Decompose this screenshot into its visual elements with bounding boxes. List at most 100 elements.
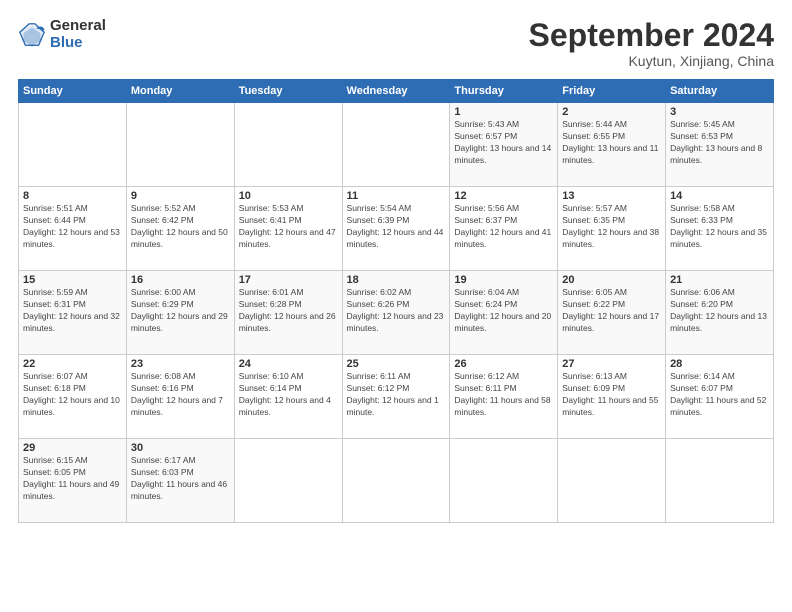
day-number: 9 bbox=[131, 190, 230, 202]
calendar-week-row: 8Sunrise: 5:51 AMSunset: 6:44 PMDaylight… bbox=[19, 187, 774, 271]
day-number: 14 bbox=[670, 190, 769, 202]
day-info: Sunrise: 6:14 AMSunset: 6:07 PMDaylight:… bbox=[670, 371, 769, 419]
day-number: 10 bbox=[239, 190, 338, 202]
calendar-cell: 1Sunrise: 5:43 AMSunset: 6:57 PMDaylight… bbox=[450, 103, 558, 187]
day-number: 21 bbox=[670, 274, 769, 286]
day-info: Sunrise: 5:44 AMSunset: 6:55 PMDaylight:… bbox=[562, 119, 661, 167]
day-number: 8 bbox=[23, 190, 122, 202]
day-number: 29 bbox=[23, 442, 122, 454]
day-info: Sunrise: 6:02 AMSunset: 6:26 PMDaylight:… bbox=[347, 287, 446, 335]
day-number: 22 bbox=[23, 358, 122, 370]
calendar-cell bbox=[19, 103, 127, 187]
day-number: 28 bbox=[670, 358, 769, 370]
header: General Blue September 2024 Kuytun, Xinj… bbox=[18, 18, 774, 69]
calendar-cell bbox=[234, 103, 342, 187]
day-number: 17 bbox=[239, 274, 338, 286]
day-info: Sunrise: 6:15 AMSunset: 6:05 PMDaylight:… bbox=[23, 455, 122, 503]
day-info: Sunrise: 5:45 AMSunset: 6:53 PMDaylight:… bbox=[670, 119, 769, 167]
day-number: 13 bbox=[562, 190, 661, 202]
calendar-cell bbox=[342, 439, 450, 523]
day-info: Sunrise: 5:53 AMSunset: 6:41 PMDaylight:… bbox=[239, 203, 338, 251]
logo: General Blue bbox=[18, 18, 106, 51]
calendar-cell: 27Sunrise: 6:13 AMSunset: 6:09 PMDayligh… bbox=[558, 355, 666, 439]
calendar-week-row: 15Sunrise: 5:59 AMSunset: 6:31 PMDayligh… bbox=[19, 271, 774, 355]
day-number: 12 bbox=[454, 190, 553, 202]
day-info: Sunrise: 5:51 AMSunset: 6:44 PMDaylight:… bbox=[23, 203, 122, 251]
calendar-cell: 14Sunrise: 5:58 AMSunset: 6:33 PMDayligh… bbox=[666, 187, 774, 271]
day-number: 2 bbox=[562, 106, 661, 118]
calendar-cell: 16Sunrise: 6:00 AMSunset: 6:29 PMDayligh… bbox=[126, 271, 234, 355]
day-number: 15 bbox=[23, 274, 122, 286]
day-info: Sunrise: 6:01 AMSunset: 6:28 PMDaylight:… bbox=[239, 287, 338, 335]
day-info: Sunrise: 6:10 AMSunset: 6:14 PMDaylight:… bbox=[239, 371, 338, 419]
day-info: Sunrise: 6:06 AMSunset: 6:20 PMDaylight:… bbox=[670, 287, 769, 335]
calendar-cell: 11Sunrise: 5:54 AMSunset: 6:39 PMDayligh… bbox=[342, 187, 450, 271]
day-info: Sunrise: 6:05 AMSunset: 6:22 PMDaylight:… bbox=[562, 287, 661, 335]
calendar-week-row: 1Sunrise: 5:43 AMSunset: 6:57 PMDaylight… bbox=[19, 103, 774, 187]
calendar-cell bbox=[126, 103, 234, 187]
calendar-cell: 19Sunrise: 6:04 AMSunset: 6:24 PMDayligh… bbox=[450, 271, 558, 355]
header-day-tuesday: Tuesday bbox=[234, 80, 342, 103]
day-info: Sunrise: 6:00 AMSunset: 6:29 PMDaylight:… bbox=[131, 287, 230, 335]
day-number: 16 bbox=[131, 274, 230, 286]
calendar-cell: 29Sunrise: 6:15 AMSunset: 6:05 PMDayligh… bbox=[19, 439, 127, 523]
day-number: 1 bbox=[454, 106, 553, 118]
calendar-cell: 25Sunrise: 6:11 AMSunset: 6:12 PMDayligh… bbox=[342, 355, 450, 439]
day-info: Sunrise: 5:56 AMSunset: 6:37 PMDaylight:… bbox=[454, 203, 553, 251]
calendar-cell: 15Sunrise: 5:59 AMSunset: 6:31 PMDayligh… bbox=[19, 271, 127, 355]
day-number: 3 bbox=[670, 106, 769, 118]
calendar-header-row: SundayMondayTuesdayWednesdayThursdayFrid… bbox=[19, 80, 774, 103]
month-title: September 2024 bbox=[529, 18, 774, 53]
header-day-saturday: Saturday bbox=[666, 80, 774, 103]
header-day-thursday: Thursday bbox=[450, 80, 558, 103]
calendar-cell: 9Sunrise: 5:52 AMSunset: 6:42 PMDaylight… bbox=[126, 187, 234, 271]
header-day-friday: Friday bbox=[558, 80, 666, 103]
calendar-week-row: 29Sunrise: 6:15 AMSunset: 6:05 PMDayligh… bbox=[19, 439, 774, 523]
calendar-cell: 17Sunrise: 6:01 AMSunset: 6:28 PMDayligh… bbox=[234, 271, 342, 355]
day-number: 27 bbox=[562, 358, 661, 370]
day-number: 25 bbox=[347, 358, 446, 370]
day-number: 30 bbox=[131, 442, 230, 454]
day-number: 19 bbox=[454, 274, 553, 286]
day-info: Sunrise: 6:11 AMSunset: 6:12 PMDaylight:… bbox=[347, 371, 446, 419]
header-day-monday: Monday bbox=[126, 80, 234, 103]
calendar-cell: 28Sunrise: 6:14 AMSunset: 6:07 PMDayligh… bbox=[666, 355, 774, 439]
title-block: September 2024 Kuytun, Xinjiang, China bbox=[529, 18, 774, 69]
day-info: Sunrise: 5:59 AMSunset: 6:31 PMDaylight:… bbox=[23, 287, 122, 335]
day-info: Sunrise: 5:58 AMSunset: 6:33 PMDaylight:… bbox=[670, 203, 769, 251]
logo-text: General Blue bbox=[50, 18, 106, 51]
calendar-cell: 30Sunrise: 6:17 AMSunset: 6:03 PMDayligh… bbox=[126, 439, 234, 523]
calendar-cell bbox=[558, 439, 666, 523]
day-info: Sunrise: 5:54 AMSunset: 6:39 PMDaylight:… bbox=[347, 203, 446, 251]
calendar-cell bbox=[342, 103, 450, 187]
day-number: 26 bbox=[454, 358, 553, 370]
calendar-cell bbox=[666, 439, 774, 523]
header-day-wednesday: Wednesday bbox=[342, 80, 450, 103]
day-info: Sunrise: 6:08 AMSunset: 6:16 PMDaylight:… bbox=[131, 371, 230, 419]
day-info: Sunrise: 6:13 AMSunset: 6:09 PMDaylight:… bbox=[562, 371, 661, 419]
calendar-cell: 10Sunrise: 5:53 AMSunset: 6:41 PMDayligh… bbox=[234, 187, 342, 271]
day-number: 20 bbox=[562, 274, 661, 286]
day-info: Sunrise: 6:07 AMSunset: 6:18 PMDaylight:… bbox=[23, 371, 122, 419]
calendar-cell: 18Sunrise: 6:02 AMSunset: 6:26 PMDayligh… bbox=[342, 271, 450, 355]
calendar-cell: 20Sunrise: 6:05 AMSunset: 6:22 PMDayligh… bbox=[558, 271, 666, 355]
day-number: 23 bbox=[131, 358, 230, 370]
calendar-table: SundayMondayTuesdayWednesdayThursdayFrid… bbox=[18, 79, 774, 523]
day-info: Sunrise: 6:04 AMSunset: 6:24 PMDaylight:… bbox=[454, 287, 553, 335]
day-number: 18 bbox=[347, 274, 446, 286]
day-info: Sunrise: 5:52 AMSunset: 6:42 PMDaylight:… bbox=[131, 203, 230, 251]
calendar-cell: 2Sunrise: 5:44 AMSunset: 6:55 PMDaylight… bbox=[558, 103, 666, 187]
day-number: 11 bbox=[347, 190, 446, 202]
page: General Blue September 2024 Kuytun, Xinj… bbox=[0, 0, 792, 612]
subtitle: Kuytun, Xinjiang, China bbox=[529, 53, 774, 69]
calendar-cell bbox=[234, 439, 342, 523]
calendar-cell: 3Sunrise: 5:45 AMSunset: 6:53 PMDaylight… bbox=[666, 103, 774, 187]
calendar-cell bbox=[450, 439, 558, 523]
day-info: Sunrise: 5:57 AMSunset: 6:35 PMDaylight:… bbox=[562, 203, 661, 251]
calendar-cell: 21Sunrise: 6:06 AMSunset: 6:20 PMDayligh… bbox=[666, 271, 774, 355]
logo-blue-text: Blue bbox=[50, 35, 106, 52]
calendar-cell: 23Sunrise: 6:08 AMSunset: 6:16 PMDayligh… bbox=[126, 355, 234, 439]
calendar-cell: 26Sunrise: 6:12 AMSunset: 6:11 PMDayligh… bbox=[450, 355, 558, 439]
calendar-week-row: 22Sunrise: 6:07 AMSunset: 6:18 PMDayligh… bbox=[19, 355, 774, 439]
calendar-cell: 22Sunrise: 6:07 AMSunset: 6:18 PMDayligh… bbox=[19, 355, 127, 439]
